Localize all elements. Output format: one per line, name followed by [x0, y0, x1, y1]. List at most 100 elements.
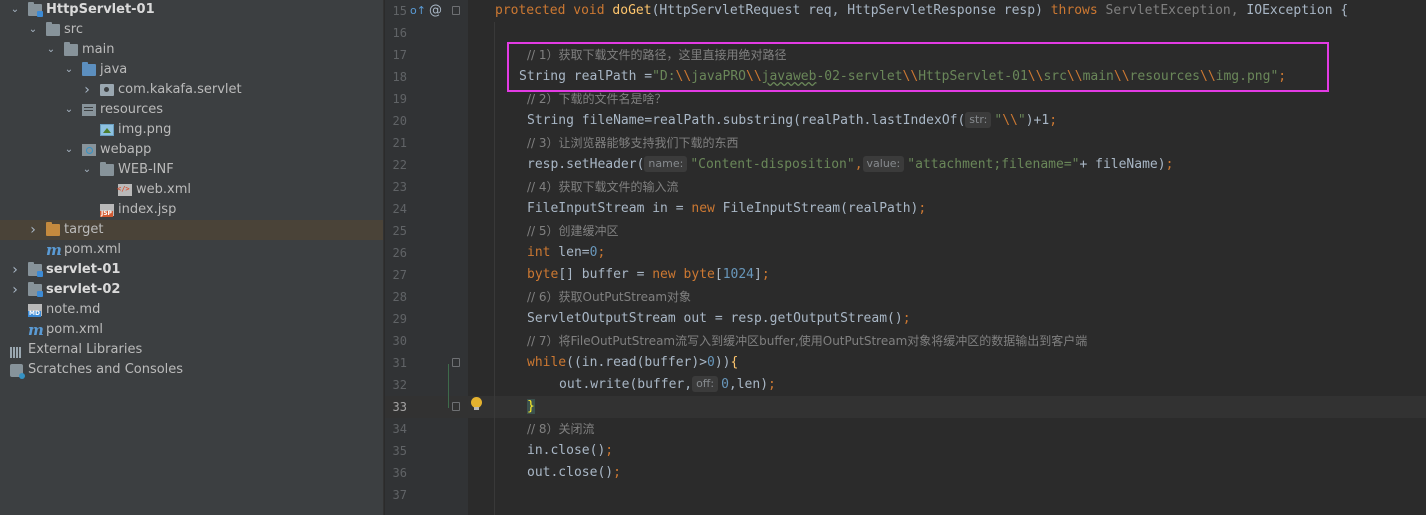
- tree-item-label: img.png: [118, 122, 172, 137]
- comment: // 8）关闭流: [527, 422, 595, 436]
- tree-item[interactable]: ⌄ java: [0, 60, 383, 80]
- tree-item[interactable]: note.md: [0, 300, 383, 320]
- code-line-34[interactable]: // 8）关闭流: [527, 418, 595, 440]
- chevron-down-icon[interactable]: ⌄: [44, 40, 58, 60]
- string-literal: "Content-disposition": [690, 157, 855, 172]
- escape-seq: \\: [1027, 69, 1044, 84]
- string-literal: src: [1043, 69, 1067, 84]
- code-line-20[interactable]: String fileName=realPath.substring(realP…: [527, 110, 1057, 132]
- code-text: resp.setHeader(: [527, 157, 645, 172]
- comment: // 1）获取下载文件的路径，这里直接用绝对路径: [527, 48, 787, 62]
- code-line-18[interactable]: String realPath ="D:\\javaPRO\\javaweb-0…: [519, 66, 1286, 88]
- chevron-down-icon[interactable]: ⌄: [80, 160, 94, 180]
- fold-while-icon[interactable]: [452, 358, 460, 367]
- code-line-32[interactable]: out.write(buffer, off: 0,len);: [559, 374, 776, 396]
- code-line-36[interactable]: out.close();: [527, 462, 621, 484]
- line-number: 19: [392, 92, 407, 106]
- code-line-25[interactable]: // 5）创建缓冲区: [527, 220, 619, 242]
- string-literal: "D:: [652, 69, 676, 84]
- code-line-21[interactable]: // 3）让浏览器能够支持我们下载的东西: [527, 132, 739, 154]
- keyword: new: [652, 267, 676, 282]
- fold-method-icon[interactable]: [452, 6, 460, 15]
- semicolon: ;: [1049, 113, 1058, 128]
- line-number: 31: [392, 356, 407, 370]
- code-line-27[interactable]: byte[] buffer = new byte[1024];: [527, 264, 770, 286]
- override-method-icon[interactable]: o↑: [410, 4, 426, 17]
- code-line-19[interactable]: // 2）下载的文件名是啥？: [527, 88, 667, 110]
- chevron-down-icon[interactable]: ⌄: [26, 20, 40, 40]
- code-line-17[interactable]: // 1）获取下载文件的路径，这里直接用绝对路径: [527, 44, 787, 66]
- escape-seq: \\: [675, 69, 692, 84]
- scratches-icon: [10, 364, 25, 379]
- tree-item-label: com.kakafa.servlet: [118, 82, 242, 97]
- line-number: 37: [392, 488, 407, 502]
- tree-item-label: pom.xml: [64, 242, 121, 257]
- tree-item[interactable]: Scratches and Consoles: [0, 360, 383, 380]
- tree-item[interactable]: › target: [0, 220, 383, 240]
- fold-end-icon[interactable]: [452, 402, 460, 411]
- tree-item[interactable]: img.png: [0, 120, 383, 140]
- code-line-29[interactable]: ServletOutputStream out = resp.getOutput…: [527, 308, 911, 330]
- tree-item[interactable]: ⌄ main: [0, 40, 383, 60]
- comma: ,: [854, 157, 863, 172]
- chevron-down-icon[interactable]: ⌄: [62, 100, 76, 120]
- code-line-23[interactable]: // 4）获取下载文件的输入流: [527, 176, 679, 198]
- image-file-icon: [100, 124, 114, 136]
- tree-item-label: resources: [100, 102, 164, 117]
- tree-item[interactable]: ⌄ HttpServlet-01: [0, 0, 383, 20]
- tree-item-label: target: [64, 222, 104, 237]
- jsp-file-icon: [100, 204, 114, 217]
- maven-icon: m: [46, 241, 62, 259]
- chevron-right-icon[interactable]: ›: [8, 280, 22, 300]
- code-line-33[interactable]: }: [527, 396, 535, 418]
- tree-item-label: Scratches and Consoles: [28, 362, 184, 377]
- keyword: throws: [1050, 3, 1098, 18]
- code-line-22[interactable]: resp.setHeader(name: "Content-disposition…: [527, 154, 1173, 176]
- chevron-down-icon[interactable]: ⌄: [8, 0, 22, 20]
- chevron-right-icon[interactable]: ›: [8, 260, 22, 280]
- chevron-down-icon[interactable]: ⌄: [62, 60, 76, 80]
- code-line-31[interactable]: while((in.read(buffer)>0)){: [527, 352, 738, 374]
- chevron-down-icon[interactable]: ⌄: [62, 140, 76, 160]
- semicolon: ;: [1278, 69, 1287, 84]
- comment: // 6）获取OutPutStream对象: [527, 290, 692, 304]
- tree-item[interactable]: External Libraries: [0, 340, 383, 360]
- semicolon: ;: [1165, 157, 1174, 172]
- code-line-24[interactable]: FileInputStream in = new FileInputStream…: [527, 198, 926, 220]
- tree-item-label: HttpServlet-01: [46, 2, 155, 17]
- tree-item[interactable]: › com.kakafa.servlet: [0, 80, 383, 100]
- tree-item[interactable]: › servlet-02: [0, 280, 383, 300]
- semicolon: ;: [918, 201, 927, 216]
- chevron-right-icon[interactable]: ›: [80, 80, 94, 100]
- tree-item-label: servlet-02: [46, 282, 121, 297]
- tree-item[interactable]: m pom.xml: [0, 320, 383, 340]
- tree-item[interactable]: m pom.xml: [0, 240, 383, 260]
- line-number: 33: [392, 400, 407, 414]
- tree-item[interactable]: ⌄ resources: [0, 100, 383, 120]
- tree-item[interactable]: ⌄ WEB-INF: [0, 160, 383, 180]
- escape-seq: \\: [902, 69, 919, 84]
- chevron-right-icon[interactable]: ›: [26, 220, 40, 240]
- annotation-marker-icon[interactable]: @: [429, 3, 442, 18]
- code-line-35[interactable]: in.close();: [527, 440, 613, 462]
- code-text: String fileName=realPath.substring(realP…: [527, 113, 966, 128]
- tree-item-label: External Libraries: [28, 342, 143, 357]
- tree-item[interactable]: web.xml: [0, 179, 383, 200]
- tree-item[interactable]: › servlet-01: [0, 260, 383, 280]
- code-line-15[interactable]: protected void doGet(HttpServletRequest …: [495, 0, 1348, 22]
- tree-item[interactable]: index.jsp: [0, 200, 383, 220]
- number-literal: 0: [707, 355, 715, 370]
- lightbulb-icon[interactable]: [471, 397, 482, 410]
- indent-guide: [494, 22, 495, 515]
- code-line-30[interactable]: // 7）将FileOutPutStream流写入到缓冲区buffer,使用Ou…: [527, 330, 1087, 352]
- matched-brace: }: [527, 399, 535, 414]
- line-number: 21: [392, 136, 407, 150]
- comment: // 5）创建缓冲区: [527, 224, 619, 238]
- markdown-file-icon: [28, 304, 42, 317]
- code-text: ServletOutputStream out = resp.getOutput…: [527, 311, 903, 326]
- tree-item[interactable]: ⌄ src: [0, 20, 383, 40]
- code-line-26[interactable]: int len=0;: [527, 242, 605, 264]
- string-literal: img.png": [1215, 69, 1279, 84]
- tree-item[interactable]: ⌄ webapp: [0, 140, 383, 160]
- code-line-28[interactable]: // 6）获取OutPutStream对象: [527, 286, 691, 308]
